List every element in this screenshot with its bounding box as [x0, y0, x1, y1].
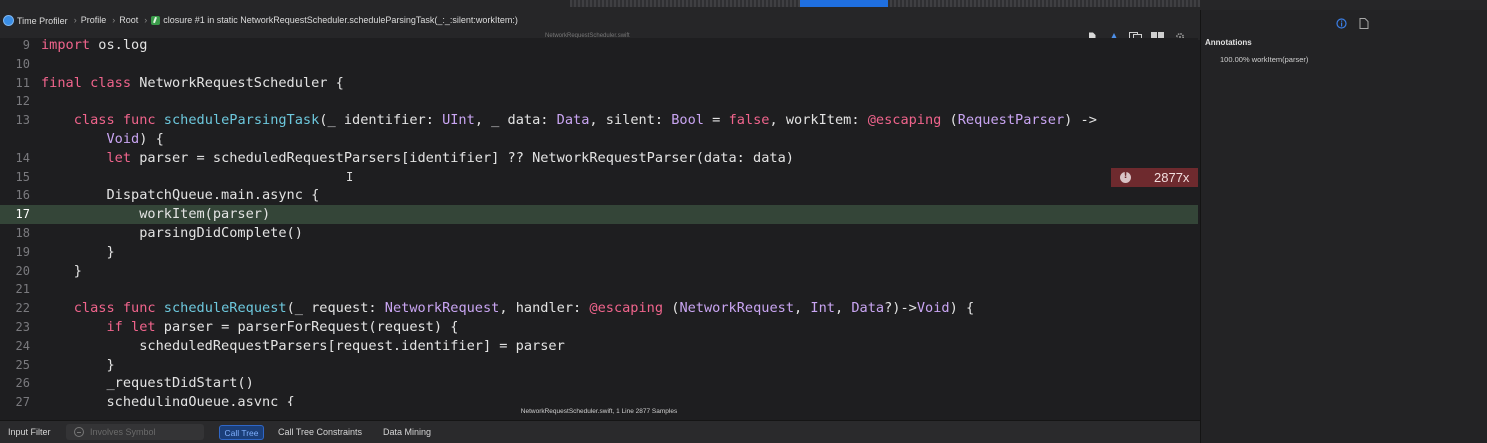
code-line[interactable]: 25 } [0, 356, 1198, 375]
line-number: 27 [15, 395, 30, 406]
code-line[interactable]: 24 scheduledRequestParsers[request.ident… [0, 337, 1198, 356]
annotations-title: Annotations [1205, 38, 1252, 47]
line-code: final class NetworkRequestScheduler { [41, 74, 344, 91]
breadcrumb-profile-label: Profile [80, 15, 107, 25]
breadcrumb-app-label: Time Profiler [17, 15, 68, 26]
filter-input[interactable] [90, 427, 200, 437]
timeline-selection[interactable] [800, 0, 888, 7]
time-profiler-icon [3, 15, 14, 26]
line-number: 25 [15, 357, 30, 372]
code-line[interactable]: 15 [0, 168, 1198, 187]
editor-status: NetworkRequestScheduler.swift, 1 Line 28… [520, 408, 678, 415]
line-number: 15 [15, 169, 30, 184]
tab-call-tree-constraints[interactable]: Call Tree Constraints [278, 427, 362, 437]
breadcrumb-item-profile[interactable]: Profile [81, 15, 107, 25]
line-number: 14 [15, 150, 30, 165]
line-number: 16 [15, 188, 30, 203]
line-code: parsingDidComplete() [41, 225, 303, 241]
line-code: class func scheduleParsingTask(_ identif… [73, 112, 1097, 129]
code-line[interactable]: 14 let parser = scheduledRequestParsers[… [0, 149, 1198, 168]
line-code: schedulingQueue.async { [41, 394, 295, 406]
code-line[interactable]: 21 [0, 280, 1198, 299]
line-number: 21 [15, 282, 30, 297]
line-number: 9 [22, 38, 30, 52]
code-line-highlighted[interactable]: 17 workItem(parser) [0, 205, 1198, 225]
code-line[interactable]: 13 class func scheduleParsingTask(_ iden… [0, 111, 1198, 130]
chevron-right-icon: › [73, 15, 77, 25]
code-line[interactable]: 23 if let parser = parserForRequest(requ… [0, 318, 1198, 337]
inspector-tabs [1336, 16, 1369, 34]
breadcrumb-item-root[interactable]: Root [119, 15, 138, 25]
text-cursor-icon: I [346, 170, 354, 184]
bottom-bar: Input Filter Call Tree Call Tree Constra… [0, 420, 1200, 443]
breadcrumb: Time Profiler › Profile › Root › closure… [0, 0, 518, 40]
breadcrumb-item-closure[interactable]: closure #1 in static NetworkRequestSched… [151, 15, 518, 25]
code-line[interactable]: 20 } [0, 262, 1198, 281]
code-line[interactable]: 27 schedulingQueue.async { [0, 393, 1198, 406]
code-line[interactable]: 11 final class NetworkRequestScheduler { [0, 74, 1198, 93]
breadcrumb-root-label: Root [119, 15, 139, 25]
alert-icon [1120, 171, 1131, 183]
code-line[interactable]: 26 _requestDidStart() [0, 374, 1198, 393]
line-code: } [41, 243, 115, 260]
line-code: workItem(parser) [41, 206, 271, 223]
line-number: 26 [15, 376, 30, 391]
annotation-item[interactable]: 100.00% workItem(parser) [1220, 55, 1308, 64]
line-code: } [41, 356, 115, 373]
line-number: 10 [15, 56, 30, 71]
chevron-right-icon: › [144, 15, 148, 25]
sample-count: 2877x [1154, 170, 1190, 185]
line-code: DispatchQueue.main.async { [41, 187, 320, 204]
line-number: 24 [15, 338, 30, 353]
closure-icon [151, 15, 161, 25]
line-code: if let parser = parserForRequest(request… [106, 319, 459, 335]
filter-field[interactable] [66, 424, 204, 440]
chevron-right-icon: › [112, 15, 116, 25]
line-number: 18 [15, 226, 30, 240]
breadcrumb-item-app[interactable]: Time Profiler [0, 15, 68, 26]
code-line[interactable]: 18 parsingDidComplete() [0, 224, 1198, 243]
line-number: 11 [15, 75, 30, 90]
line-code: Void) { [106, 131, 164, 147]
code-line[interactable]: Void) { [0, 130, 1198, 149]
tab-call-tree[interactable]: Call Tree [219, 425, 264, 440]
line-code: _requestDidStart() [41, 375, 254, 392]
line-number: 23 [15, 320, 30, 334]
breadcrumb-closure-label: closure #1 in static NetworkRequestSched… [163, 15, 518, 25]
info-icon[interactable] [1336, 16, 1347, 34]
line-number: 12 [15, 94, 30, 109]
line-code: } [41, 262, 82, 279]
line-number: 20 [15, 263, 30, 278]
line-number: 13 [15, 113, 30, 128]
line-code: class func scheduleRequest(_ request: Ne… [73, 300, 975, 317]
sample-count-badge[interactable]: 2877x [1111, 168, 1198, 187]
file-inspector-icon[interactable] [1359, 16, 1369, 34]
code-line[interactable]: 16 DispatchQueue.main.async { [0, 186, 1198, 205]
line-number: 19 [15, 244, 30, 259]
code-line[interactable]: 22 class func scheduleRequest(_ request:… [0, 299, 1198, 318]
inspector-panel: Annotations 100.00% workItem(parser) [1200, 10, 1487, 443]
line-number: 22 [15, 301, 30, 316]
code-line[interactable]: 10 [0, 55, 1198, 74]
code-line[interactable]: 12 [0, 92, 1198, 111]
tab-data-mining[interactable]: Data Mining [383, 427, 431, 437]
line-number: 17 [15, 207, 30, 222]
input-filter-label: Input Filter [8, 427, 51, 437]
filter-icon [74, 427, 84, 437]
code-line[interactable]: 19 } [0, 243, 1198, 262]
line-code: import os.log [41, 38, 148, 53]
line-code: scheduledRequestParsers[request.identifi… [41, 337, 565, 354]
code-line[interactable]: 9 import os.log [0, 38, 1198, 55]
source-code-view[interactable]: 9 import os.log 10 11 final class NetworkReq… [0, 38, 1198, 406]
line-code: let parser = scheduledRequestParsers[ide… [106, 149, 794, 166]
